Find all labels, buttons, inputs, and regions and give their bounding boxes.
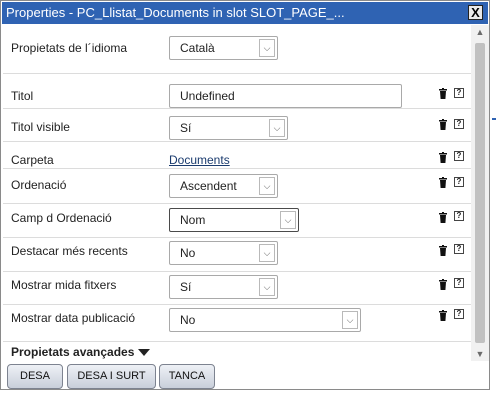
row-titol-visible: Titol visible Sí ⌵ ? [3,109,471,142]
row-destacar-recents: Destacar més recents No ⌵ ? [3,238,471,272]
language-select[interactable]: Català ⌵ [169,36,278,60]
titol-value: Undefined [180,89,235,103]
properties-panel: Propietats de l´idioma Català ⌵ Titol Un… [3,25,471,361]
chevron-down-icon: ⌵ [259,278,275,296]
trash-icon[interactable] [438,279,448,290]
chevron-down-icon: ⌵ [259,244,275,262]
properties-dialog: Properties - PC_Llistat_Documents in slo… [0,0,490,390]
titol-visible-select[interactable]: Sí ⌵ [169,116,288,140]
camp-ordenacio-label: Camp d Ordenació [11,211,112,225]
mostrar-data-select[interactable]: No ⌵ [169,308,361,332]
advanced-properties-toggle[interactable]: Propietats avançades [11,345,151,359]
row-ordenacio: Ordenació Ascendent ⌵ ? [3,169,471,204]
language-label: Propietats de l´idioma [11,41,128,55]
chevron-down-icon: ⌵ [259,39,275,57]
scroll-down-icon[interactable]: ▼ [471,347,489,361]
help-icon[interactable]: ? [454,177,464,187]
chevron-down-icon: ⌵ [269,119,285,137]
trash-icon[interactable] [438,245,448,256]
language-row: Propietats de l´idioma Català ⌵ [3,25,471,74]
scroll-up-icon[interactable]: ▲ [471,25,489,39]
row-camp-ordenacio: Camp d Ordenació Nom ⌵ ? [3,204,471,238]
row-titol: Titol Undefined ? [3,81,471,109]
mostrar-data-label: Mostrar data publicació [11,311,136,325]
trash-icon[interactable] [438,310,448,321]
ordenacio-label: Ordenació [11,178,67,192]
ordenacio-select[interactable]: Ascendent ⌵ [169,174,278,198]
trash-icon[interactable] [438,119,448,130]
help-icon[interactable]: ? [454,119,464,129]
carpeta-label: Carpeta [11,153,54,167]
vertical-scrollbar[interactable]: ▲ ▼ [471,25,489,361]
help-icon[interactable]: ? [454,211,464,221]
chevron-down-icon: ⌵ [259,177,275,195]
mostrar-mida-select[interactable]: Sí ⌵ [169,275,278,299]
mostrar-data-value: No [180,313,196,327]
mostrar-mida-value: Sí [180,280,192,294]
ordenacio-value: Ascendent [180,179,237,193]
save-and-exit-button[interactable]: DESA I SURT [67,364,156,389]
carpeta-link[interactable]: Documents [169,153,230,167]
camp-ordenacio-select[interactable]: Nom ⌵ [169,208,299,232]
row-mostrar-data: Mostrar data publicació No ⌵ ? [3,305,471,342]
titol-input[interactable]: Undefined [169,84,402,108]
caret-down-icon [138,349,151,357]
language-value: Català [180,41,215,55]
help-icon[interactable]: ? [454,309,464,319]
trash-icon[interactable] [438,88,448,99]
trash-icon[interactable] [438,177,448,188]
destacar-recents-value: No [180,246,196,260]
titol-label: Titol [11,89,34,103]
dialog-title: Properties - PC_Llistat_Documents in slo… [6,5,345,20]
advanced-properties-label: Propietats avançades [11,345,135,359]
titlebar[interactable]: Properties - PC_Llistat_Documents in slo… [2,2,488,24]
chevron-down-icon: ⌵ [342,311,358,329]
row-carpeta: Carpeta Documents ? [3,142,471,169]
destacar-recents-select[interactable]: No ⌵ [169,241,278,265]
titol-visible-label: Titol visible [11,120,70,134]
row-mostrar-mida: Mostrar mida fitxers Sí ⌵ ? [3,272,471,305]
help-icon[interactable]: ? [454,278,464,288]
help-icon[interactable]: ? [454,88,464,98]
help-icon[interactable]: ? [454,244,464,254]
background-accent [492,118,496,120]
camp-ordenacio-value: Nom [180,213,206,227]
button-bar: DESA DESA I SURT TANCA [1,361,489,391]
close-button[interactable]: TANCA [159,364,215,389]
scrollbar-thumb[interactable] [475,43,485,343]
chevron-down-icon: ⌵ [280,211,296,229]
save-button[interactable]: DESA [7,364,63,389]
titol-visible-value: Sí [180,121,192,135]
close-icon[interactable]: X [468,5,483,20]
trash-icon[interactable] [438,212,448,223]
destacar-recents-label: Destacar més recents [11,244,128,258]
trash-icon[interactable] [438,152,448,163]
help-icon[interactable]: ? [454,151,464,161]
mostrar-mida-label: Mostrar mida fitxers [11,278,117,292]
